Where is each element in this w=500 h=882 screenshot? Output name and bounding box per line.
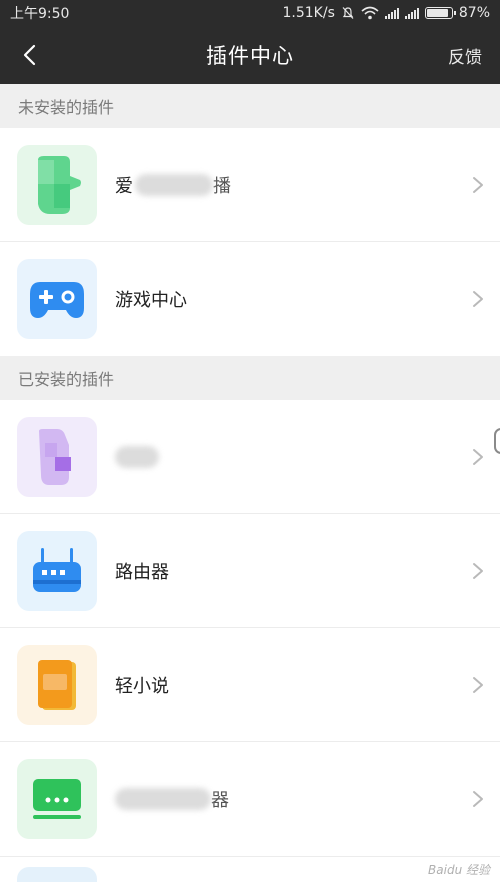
plugin-tile <box>17 867 97 882</box>
plugin-tile <box>17 759 97 839</box>
chevron-right-icon <box>473 791 483 807</box>
plugin-label: 器 <box>115 786 229 812</box>
signal-icon <box>404 7 419 19</box>
redacted-text <box>115 445 159 468</box>
book-icon <box>38 659 76 710</box>
tv-box-icon <box>33 779 81 819</box>
plugin-row-router[interactable]: 路由器 <box>0 514 500 628</box>
plugin-row-partial[interactable] <box>0 856 500 882</box>
back-button[interactable] <box>14 40 44 70</box>
signal-icon <box>384 7 399 19</box>
plugin-label-tail: 器 <box>211 790 229 811</box>
plugin-label-tail: 播 <box>213 175 231 197</box>
mute-icon <box>342 7 354 19</box>
plugin-tile <box>17 144 97 225</box>
plugin-label <box>115 445 159 468</box>
battery-icon <box>424 7 456 19</box>
plugin-label: 爱 播 <box>115 172 231 198</box>
nav-bar: 插件中心 反馈 <box>0 26 500 84</box>
chevron-left-icon <box>23 44 36 66</box>
status-indicators: 1.51K/s 87% <box>283 5 491 21</box>
plugin-row-aitv[interactable]: 爱 播 <box>0 128 500 242</box>
network-speed: 1.51K/s <box>282 5 335 21</box>
page-title: 插件中心 <box>206 44 294 68</box>
plugin-tile <box>17 416 97 497</box>
plugin-label: 游戏中心 <box>115 290 187 311</box>
redacted-text <box>115 788 211 810</box>
status-time: 上午9:50 <box>10 6 70 22</box>
battery-percent: 87% <box>458 5 490 21</box>
scroll-handle[interactable] <box>494 428 500 454</box>
status-bar: 上午9:50 1.51K/s 87% <box>0 0 500 26</box>
chevron-right-icon <box>473 562 483 579</box>
installed-list: 路由器 轻小说 器 <box>0 400 500 856</box>
chevron-right-icon <box>473 291 483 307</box>
plugin-label: 路由器 <box>115 561 169 583</box>
gamepad-icon <box>30 282 84 318</box>
plugin-tile <box>17 259 97 339</box>
router-icon <box>33 547 81 592</box>
section-header-uninstalled: 未安装的插件 <box>0 84 500 128</box>
purple-plugin-icon <box>39 428 71 485</box>
wifi-icon <box>361 6 379 20</box>
plugin-row-game-center[interactable]: 游戏中心 <box>0 242 500 356</box>
chevron-right-icon <box>473 676 483 693</box>
plugin-tile <box>17 644 97 725</box>
plugin-row-tv-box[interactable]: 器 <box>0 742 500 856</box>
plugin-label: 轻小说 <box>115 675 169 697</box>
plugin-tile <box>17 530 97 611</box>
watermark: Baidu 经验 <box>428 863 490 877</box>
plugin-row-purple[interactable] <box>0 400 500 514</box>
chevron-right-icon <box>473 448 483 465</box>
redacted-text <box>135 173 213 196</box>
plugin-label-visible: 爱 <box>115 175 133 197</box>
section-header-installed: 已安装的插件 <box>0 356 500 400</box>
plugin-row-light-novel[interactable]: 轻小说 <box>0 628 500 742</box>
aitv-icon <box>38 155 81 214</box>
feedback-button[interactable]: 反馈 <box>448 43 482 68</box>
uninstalled-list: 爱 播 游戏中心 <box>0 128 500 356</box>
chevron-right-icon <box>473 176 483 193</box>
